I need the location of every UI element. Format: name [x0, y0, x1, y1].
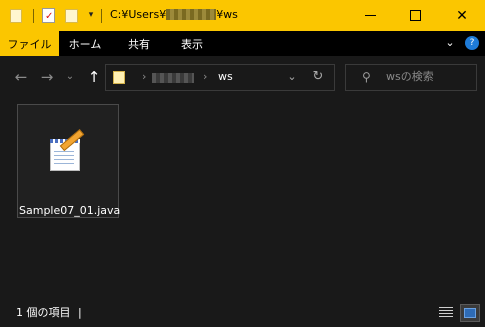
ribbon-expand-icon[interactable]: ⌄ [443, 36, 457, 50]
tab-label: ホーム [68, 37, 102, 51]
new-folder-icon[interactable] [65, 9, 78, 23]
file-name: Sample07_01.java [19, 204, 121, 217]
arrow-right-icon: → [40, 68, 54, 86]
forward-button[interactable]: → [39, 68, 55, 86]
separator [101, 9, 102, 23]
tab-label: 表示 [181, 37, 203, 51]
folder-icon [113, 71, 125, 84]
item-count: 1 個の項目 [16, 306, 71, 319]
tab-label: 共有 [128, 37, 150, 51]
refresh-button[interactable]: ↻ [310, 68, 326, 86]
arrow-up-icon: ↑ [87, 68, 101, 86]
back-button[interactable]: ← [13, 68, 29, 86]
redacted-breadcrumb [152, 73, 194, 83]
title-bar: ✓ ▾ C:¥Users¥ ¥ws ✕ [0, 0, 485, 31]
checkmark-icon: ✓ [45, 11, 54, 22]
close-button[interactable]: ✕ [439, 0, 485, 31]
status-bar: 1 個の項目 | [0, 298, 485, 327]
large-icons-view-icon [464, 308, 476, 318]
tab-home[interactable]: ホーム [59, 31, 111, 56]
minimize-button[interactable] [347, 0, 393, 31]
separator [33, 9, 34, 23]
window-title: C:¥Users¥ ¥ws [110, 8, 238, 21]
minimize-icon [364, 15, 376, 16]
quick-access-dropdown-icon[interactable]: ▾ [86, 9, 96, 21]
path-prefix: C:¥Users¥ [110, 8, 167, 21]
details-view-button[interactable] [439, 306, 455, 320]
notepad-icon [48, 129, 88, 175]
ribbon-tabs: ファイル ホーム 共有 表示 ⌄ ? [0, 31, 485, 56]
redacted-username [166, 9, 217, 20]
chevron-down-icon: ⌄ [65, 71, 75, 82]
tab-label: ファイル [7, 37, 52, 51]
status-divider: | [78, 306, 82, 319]
search-icon: ⚲ [362, 70, 371, 84]
arrow-left-icon: ← [14, 68, 28, 86]
maximize-button[interactable] [392, 0, 438, 31]
breadcrumb-separator: › [203, 70, 208, 83]
search-box[interactable]: ⚲ wsの検索 [345, 64, 477, 91]
close-icon: ✕ [456, 7, 468, 24]
maximize-icon [409, 10, 421, 21]
folder-icon[interactable] [10, 9, 22, 23]
address-dropdown-icon[interactable]: ⌄ [286, 70, 298, 84]
tab-view[interactable]: 表示 [167, 31, 217, 56]
refresh-icon: ↻ [312, 69, 324, 84]
path-suffix: ¥ws [216, 8, 238, 21]
search-placeholder: wsの検索 [386, 70, 434, 83]
large-icons-view-button[interactable] [460, 304, 480, 322]
breadcrumb-current[interactable]: ws [218, 70, 233, 84]
tab-share[interactable]: 共有 [115, 31, 163, 56]
recent-locations-button[interactable]: ⌄ [64, 68, 76, 86]
properties-icon[interactable]: ✓ [42, 8, 55, 23]
file-item[interactable] [17, 104, 119, 218]
breadcrumb-separator: › [142, 70, 147, 83]
tab-file[interactable]: ファイル [0, 31, 59, 56]
address-bar[interactable]: › › ws ⌄ [105, 64, 335, 91]
help-icon[interactable]: ? [465, 36, 479, 50]
up-button[interactable]: ↑ [86, 68, 102, 86]
details-view-icon [439, 307, 453, 319]
